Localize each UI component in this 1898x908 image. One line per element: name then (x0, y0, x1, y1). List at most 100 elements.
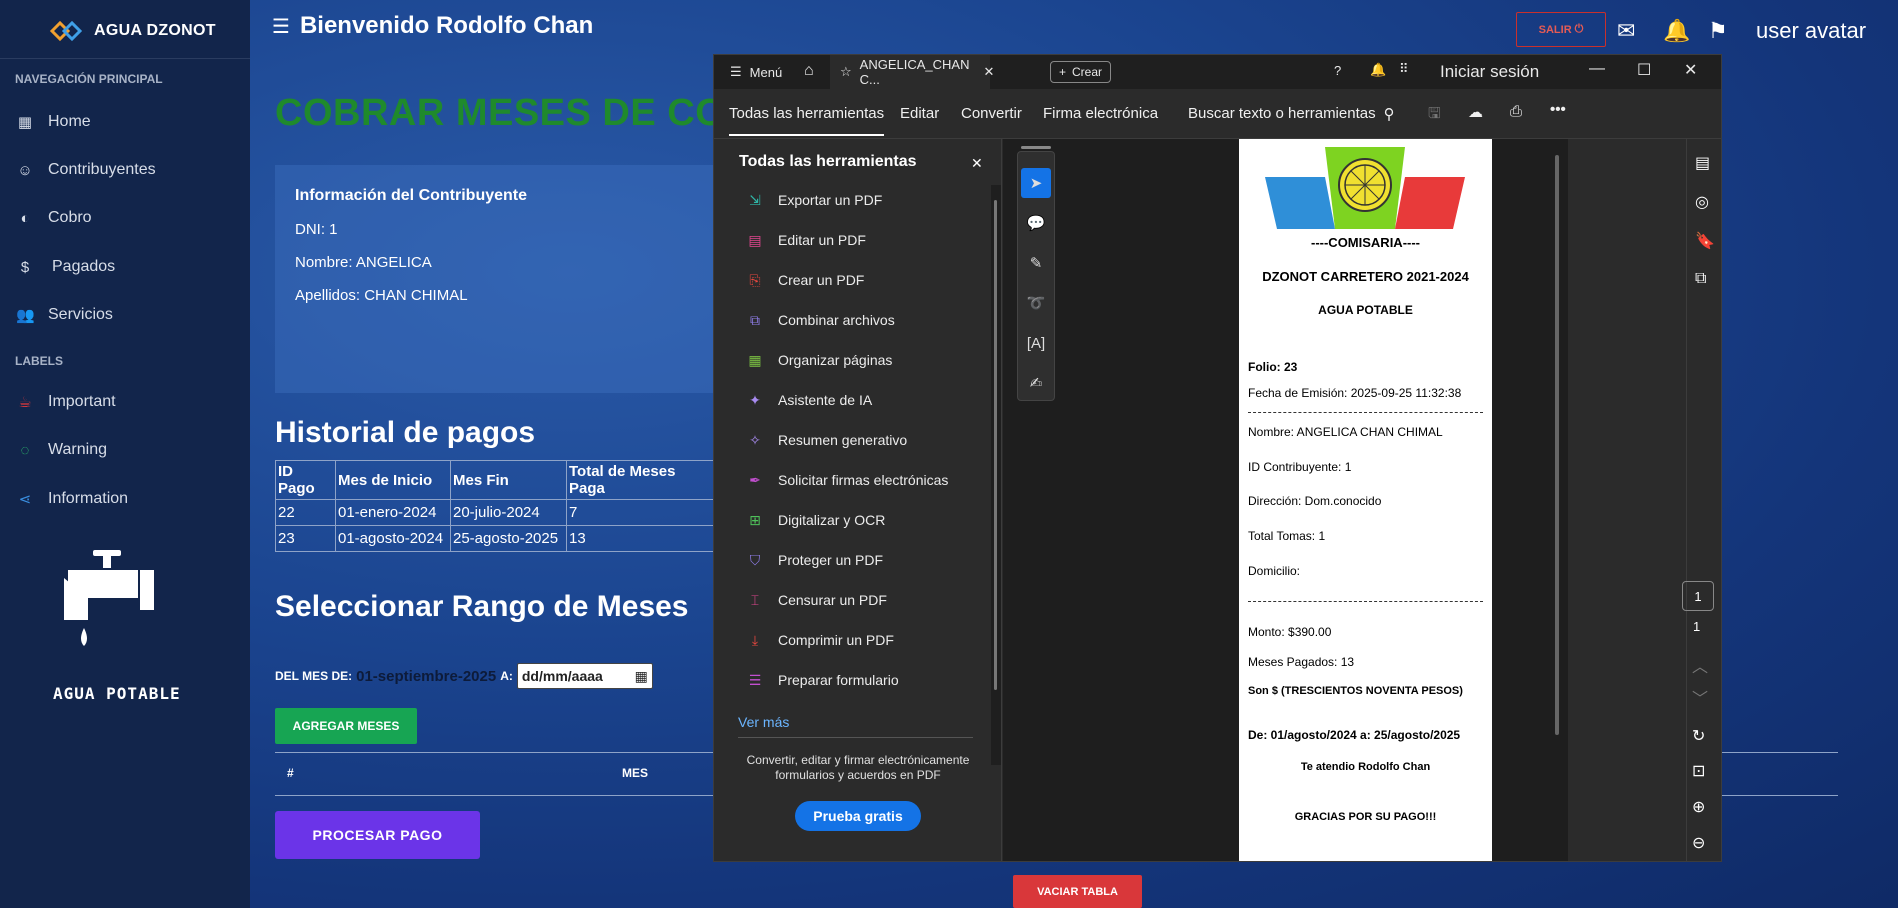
tool-item[interactable]: ☰ Preparar formulario (746, 669, 899, 691)
panel-title: Todas las herramientas (739, 153, 917, 170)
ver-mas-link[interactable]: Ver más (738, 714, 789, 730)
tool-item[interactable]: ✒ Solicitar firmas electrónicas (746, 469, 948, 491)
print-icon[interactable]: ⎙ (1510, 103, 1522, 120)
menu-firma[interactable]: Firma electrónica (1043, 105, 1158, 122)
sidebar-item-label: Home (48, 113, 91, 130)
hamburger-icon[interactable]: ☰ (272, 14, 290, 39)
historial-table: ID Pago Mes de Inicio Mes Fin Total de M… (275, 460, 717, 552)
star-icon[interactable]: ☆ (840, 64, 852, 80)
prueba-gratis-button[interactable]: Prueba gratis (795, 801, 921, 831)
minimize-icon[interactable]: — (1589, 60, 1605, 78)
save-icon[interactable]: 🖫 (1428, 103, 1441, 128)
maximize-icon[interactable]: ☐ (1637, 60, 1651, 80)
crear-button[interactable]: + Crear (1050, 61, 1112, 83)
tool-item[interactable]: ⇲ Exportar un PDF (746, 189, 882, 211)
sidebar-item-contribuyentes[interactable]: ☺ Contribuyentes (16, 158, 155, 182)
comment-bubble-icon[interactable]: ◎ (1695, 192, 1709, 212)
receipt-monto: Monto: $390.00 (1248, 625, 1332, 639)
home-icon[interactable]: ⌂ (804, 62, 814, 80)
welcome-title: Bienvenido Rodolfo Chan (299, 12, 594, 39)
form-icon[interactable]: ▤ (1695, 153, 1710, 173)
rotate-icon[interactable]: ↻ (1692, 726, 1705, 746)
text-box-icon[interactable]: [A] (1021, 328, 1051, 358)
circle-notch-icon: ◌ (20, 441, 30, 459)
divider (1248, 601, 1483, 602)
help-icon[interactable]: ? (1334, 63, 1341, 78)
tool-item[interactable]: ⤓ Comprimir un PDF (746, 629, 894, 651)
upload-icon[interactable]: ☁ (1468, 103, 1483, 121)
apps-grid-icon[interactable]: ⠿ (1399, 61, 1409, 77)
highlight-pen-icon[interactable]: ✎ (1021, 248, 1051, 278)
tool-item[interactable]: ✦ Asistente de IA (746, 389, 872, 411)
bell-icon[interactable]: 🔔 (1370, 62, 1386, 78)
tool-item[interactable]: ⎘ Crear un PDF (746, 269, 864, 291)
tool-item[interactable]: ⊞ Digitalizar y OCR (746, 509, 885, 531)
tool-item[interactable]: ⌶ Censurar un PDF (746, 589, 887, 611)
bookmark-icon[interactable]: 🔖 (1695, 231, 1715, 251)
agregar-meses-button[interactable]: AGREGAR MESES (275, 708, 417, 744)
page-fit-icon[interactable]: ⊡ (1692, 761, 1705, 781)
protect-icon: ⛉ (749, 552, 761, 568)
chevron-down-icon[interactable]: ﹀ (1692, 685, 1708, 709)
sign-pen-icon[interactable]: ✍ (1021, 368, 1051, 398)
vaciar-tabla-button[interactable]: VACIAR TABLA (1013, 875, 1142, 908)
sidebar: AGUA DZONOT NAVEGACIÓN PRINCIPAL ▦ Home ☺… (0, 0, 250, 908)
tool-item[interactable]: ⛉ Proteger un PDF (746, 549, 883, 571)
close-icon[interactable]: ✕ (983, 64, 994, 80)
menu-convertir[interactable]: Convertir (961, 105, 1022, 122)
label-important[interactable]: ☕ Important (16, 390, 115, 414)
scrollbar[interactable] (1555, 155, 1559, 735)
close-window-icon[interactable]: ✕ (1684, 60, 1697, 80)
comisaria-logo-icon (1265, 147, 1465, 229)
select-cursor-icon[interactable]: ➤ (1021, 168, 1051, 198)
tool-item[interactable]: ⧉ Combinar archivos (746, 309, 895, 331)
tool-label: Crear un PDF (778, 272, 865, 288)
bell-icon[interactable]: 🔔 (1663, 18, 1690, 44)
procesar-pago-button[interactable]: PROCESAR PAGO (275, 811, 480, 859)
label-warning[interactable]: ◌ Warning (16, 438, 107, 462)
tools-panel: Todas las herramientas ✕ ⇲ Exportar un PD… (714, 139, 1002, 861)
smile-icon: ☺ (17, 161, 33, 179)
search-tools[interactable]: Buscar texto o herramientas ⚲ (1188, 105, 1395, 123)
receipt-son: Son $ (TRESCIENTOS NOVENTA PESOS) (1248, 685, 1463, 697)
receipt-folio: Folio: 23 (1248, 360, 1298, 374)
divider (275, 795, 713, 796)
label-information[interactable]: ⋖ Information (16, 487, 128, 511)
receipt-tomas: Total Tomas: 1 (1248, 529, 1326, 543)
document-tab[interactable]: ☆ ANGELICA_CHAN C... ✕ (830, 55, 994, 89)
more-icon[interactable]: ••• (1550, 101, 1566, 118)
copy-pages-icon[interactable]: ⧉ (1695, 270, 1706, 288)
flag-icon[interactable]: ⚑ (1708, 18, 1728, 44)
sidebar-item-home[interactable]: ▦ Home (16, 110, 91, 134)
zoom-in-icon[interactable]: ⊕ (1692, 797, 1705, 817)
menu-button[interactable]: ☰ Menú (730, 64, 782, 80)
date-input[interactable]: dd/mm/aaaa ▦ (516, 663, 653, 689)
cell: 22 (275, 499, 336, 526)
receipt-domicilio: Domicilio: (1248, 564, 1301, 578)
sidebar-item-servicios[interactable]: 👥 Servicios (16, 303, 113, 327)
lasso-icon[interactable]: ➰ (1021, 288, 1051, 318)
tool-item[interactable]: ✧ Resumen generativo (746, 429, 907, 451)
menu-todas[interactable]: Todas las herramientas (729, 105, 885, 136)
menu-editar[interactable]: Editar (900, 105, 939, 122)
receipt-periodo: De: 01/agosto/2024 a: 25/agosto/2025 (1248, 728, 1461, 742)
close-panel-icon[interactable]: ✕ (971, 155, 983, 172)
receipt-atendio: Te atendio Rodolfo Chan (1300, 761, 1431, 773)
comment-icon[interactable]: 💬 (1021, 208, 1051, 238)
chevron-up-icon[interactable]: ︿ (1692, 653, 1708, 677)
receipt-gracias: GRACIAS POR SU PAGO!!! (1294, 811, 1437, 823)
envelope-icon[interactable]: ✉ (1617, 18, 1635, 44)
logo-text: AGUA POTABLE (53, 684, 181, 703)
page-number-input[interactable]: 1 (1682, 581, 1714, 611)
zoom-out-icon[interactable]: ⊖ (1692, 833, 1705, 853)
sidebar-item-pagados[interactable]: $ Pagados (16, 255, 115, 279)
sidebar-item-cobro[interactable]: ◐ Cobro (16, 206, 91, 230)
iniciar-sesion[interactable]: Iniciar sesión (1440, 62, 1539, 82)
user-avatar[interactable]: user avatar (1756, 18, 1866, 44)
scrollbar[interactable] (991, 185, 1001, 765)
brand[interactable]: AGUA DZONOT (48, 16, 216, 46)
tool-item[interactable]: ▤ Editar un PDF (746, 229, 866, 251)
salir-button[interactable]: SALIR ⏻ (1516, 12, 1606, 47)
tool-item[interactable]: ▦ Organizar páginas (746, 349, 892, 371)
calendar-icon[interactable]: ▦ (635, 668, 648, 685)
